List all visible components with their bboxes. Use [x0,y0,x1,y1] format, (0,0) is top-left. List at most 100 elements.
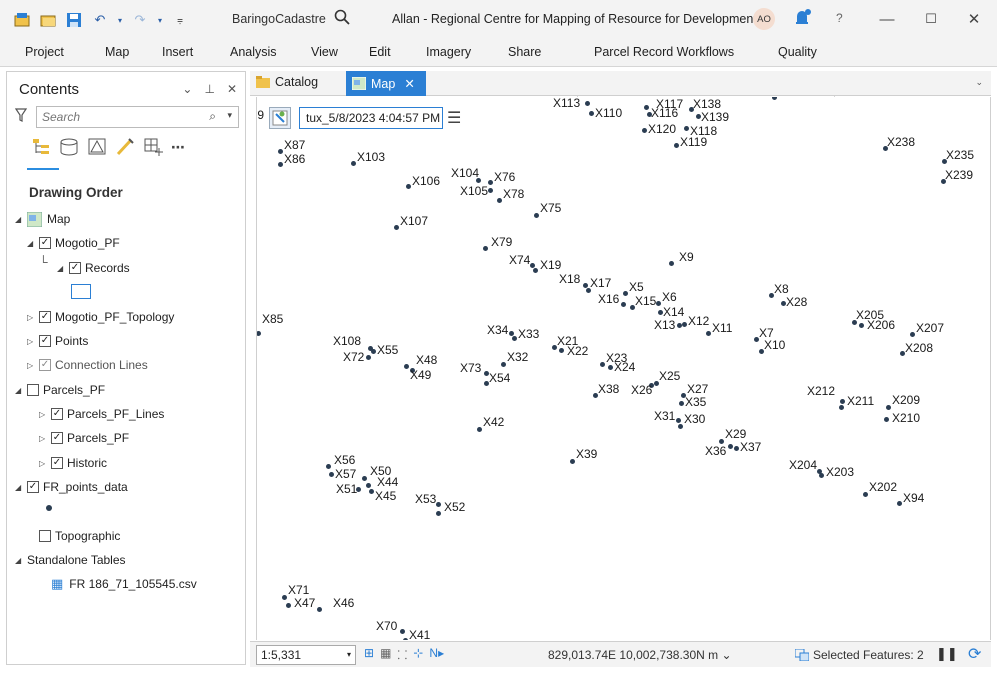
tab-catalog[interactable]: Catalog [256,75,318,89]
collapse-icon[interactable]: ◢ [15,556,27,565]
ribbon-tab-share[interactable]: Share [508,45,541,59]
command-search-glass [334,9,350,25]
pane-controls: ⌄ ⊥ ✕ [182,82,237,96]
refresh-icon[interactable]: ⟳ [968,644,981,664]
ribbon-tab-edit[interactable]: Edit [369,45,391,59]
layer-standalone-tables[interactable]: ◢ Standalone Tables [15,551,126,569]
grid-icon[interactable]: ▦ [380,646,391,663]
ribbon-tab-view[interactable]: View [311,45,338,59]
layer-historic[interactable]: ▷ ✓ Historic [39,454,107,472]
list-by-selection-icon[interactable] [87,136,107,158]
redo-icon[interactable]: ↷ [130,10,150,30]
scale-dropdown-icon[interactable]: ▾ [347,650,351,659]
expand-icon[interactable]: ▷ [39,459,51,468]
layer-visibility-checkbox[interactable]: ✓ [39,237,51,249]
more-views-icon[interactable]: ⋯ [171,139,185,156]
layer-topographic[interactable]: Topographic [27,527,120,545]
expand-icon[interactable]: ▷ [39,434,51,443]
time-menu-icon[interactable]: ☰ [447,108,461,128]
collapse-icon[interactable]: ◢ [15,215,27,224]
layer-points[interactable]: ▷ ✓ Points [27,332,88,350]
close-map-tab-icon[interactable]: ✕ [404,76,414,91]
snapping-icon[interactable]: ⊞ [364,646,374,663]
layer-visibility-checkbox[interactable]: ✓ [51,457,63,469]
layer-connection-lines[interactable]: ▷ ✓ Connection Lines [27,356,148,374]
open-project-icon[interactable] [38,10,58,30]
collapse-icon[interactable]: ◢ [15,483,27,492]
list-by-snapping-icon[interactable] [143,136,163,158]
layer-mogotio-pf-topology[interactable]: ▷ ✓ Mogotio_PF_Topology [27,308,174,326]
close-button[interactable]: ✕ [962,8,986,30]
collapse-icon[interactable]: ◢ [27,239,39,248]
filter-icon[interactable] [14,108,28,125]
time-slider-icon[interactable] [269,107,291,129]
undo-icon[interactable]: ↶ [90,10,110,30]
ribbon-tab-quality[interactable]: Quality [778,45,817,59]
list-by-drawing-order-icon[interactable] [31,136,51,158]
notifications-icon[interactable] [793,8,811,28]
new-project-icon[interactable] [12,10,32,30]
layer-parcels-pf[interactable]: ◢ Parcels_PF [15,381,105,399]
ribbon-tab-project[interactable]: Project [25,45,64,59]
redo-dropdown-icon[interactable]: ▾ [156,10,164,30]
ribbon-tab-insert[interactable]: Insert [162,45,193,59]
layer-visibility-checkbox[interactable]: ✓ [39,311,51,323]
search-icon[interactable]: ⌕ [209,109,216,124]
save-project-icon[interactable] [64,10,84,30]
scale-selector[interactable]: 1:5,331 ▾ [256,645,356,665]
list-by-source-icon[interactable] [59,136,79,158]
layer-fr-186-71-105545-csv[interactable]: ▦ FR 186_71_105545.csv [39,575,197,593]
selected-features[interactable]: Selected Features: 2 [795,648,924,662]
layer-visibility-checkbox[interactable]: ✓ [51,432,63,444]
ribbon-tab-map[interactable]: Map [105,45,129,59]
contents-search-box[interactable]: ⌕ ▾ [36,106,239,128]
point-label: X212 [807,384,836,398]
coordinate-readout[interactable]: 829,013.74E 10,002,738.30N m ⌄ [548,648,732,662]
customize-qat-icon[interactable]: ⩦ [170,10,190,30]
layer-records[interactable]: └ ◢ ✓ Records [39,255,130,277]
minimize-button[interactable]: — [875,8,899,30]
pane-close-icon[interactable]: ✕ [227,82,237,96]
tabs-overflow-icon[interactable]: ⌄ [975,77,983,88]
measure-icon[interactable]: ⊹ [413,646,423,663]
layer-visibility-checkbox[interactable]: ✓ [69,262,81,274]
contents-search-input[interactable] [42,108,192,126]
time-value-field[interactable]: tux_5/8/2023 4:04:57 PM [299,107,443,129]
search-dropdown-icon[interactable]: ▾ [227,110,232,121]
list-by-editing-icon[interactable] [115,136,135,158]
layer-label: Parcels_PF_Lines [67,407,165,421]
help-button[interactable]: ? [836,11,843,25]
layer-mogotio-pf[interactable]: ◢ ✓ Mogotio_PF [27,234,120,252]
pin-icon[interactable]: ⊥ [204,82,214,96]
pane-options-icon[interactable]: ⌄ [182,82,192,96]
ribbon-tab-imagery[interactable]: Imagery [426,45,471,59]
user-avatar[interactable]: AO [753,8,775,30]
layer-visibility-checkbox[interactable]: ✓ [39,359,51,371]
maximize-button[interactable]: ☐ [919,8,943,30]
layer-visibility-checkbox[interactable]: ✓ [27,481,39,493]
expand-icon[interactable]: ▷ [39,410,51,419]
constraints-icon[interactable]: ⸬ [397,646,407,663]
ribbon-tab-parcel-record-workflows[interactable]: Parcel Record Workflows [594,45,734,59]
coordinate-dropdown-icon[interactable]: ⌄ [721,648,731,662]
pause-drawing-button[interactable]: ❚❚ [936,646,958,662]
collapse-icon[interactable]: ◢ [15,386,27,395]
command-search-icon[interactable] [334,9,350,29]
tab-map[interactable]: Map ✕ [346,71,426,96]
layer-visibility-checkbox[interactable]: ✓ [51,408,63,420]
map-view[interactable]: tux_5/8/2023 4:04:57 PM ☰ X100X109X113X1… [256,97,991,640]
undo-dropdown-icon[interactable]: ▾ [116,10,124,30]
layer-visibility-checkbox[interactable] [27,384,39,396]
expand-icon[interactable]: ▷ [27,361,39,370]
expand-icon[interactable]: ▷ [27,313,39,322]
layer-fr-points-data[interactable]: ◢ ✓ FR_points_data [15,478,128,496]
ribbon-tab-analysis[interactable]: Analysis [230,45,277,59]
layer-parcels-pf[interactable]: ▷ ✓ Parcels_PF [39,429,129,447]
expand-icon[interactable]: ▷ [27,337,39,346]
layer-visibility-checkbox[interactable] [39,530,51,542]
layer-visibility-checkbox[interactable]: ✓ [39,335,51,347]
layer-map[interactable]: ◢ Map [15,210,70,228]
collapse-icon[interactable]: ◢ [57,264,69,273]
layer-parcels-pf-lines[interactable]: ▷ ✓ Parcels_PF_Lines [39,405,164,423]
navigation-icon[interactable]: N▸ [429,646,444,663]
